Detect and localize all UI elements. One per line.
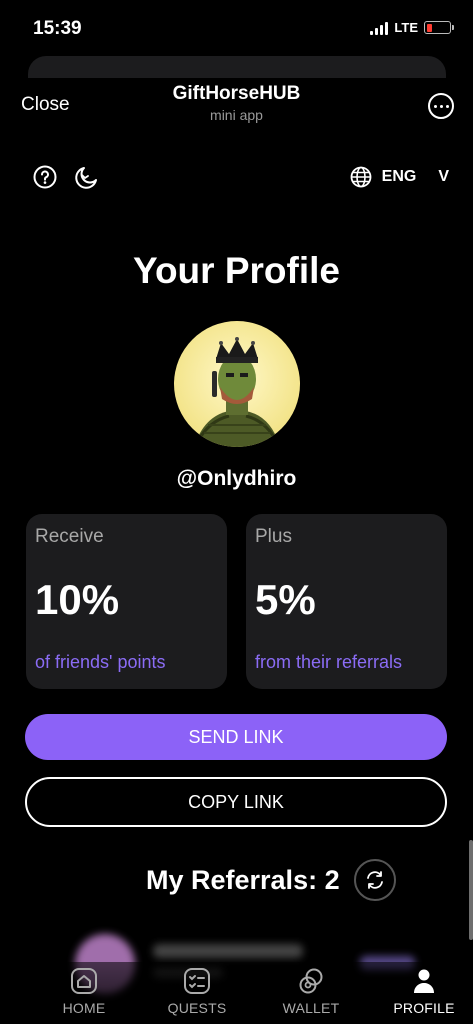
tab-label: QUESTS bbox=[167, 1000, 227, 1016]
username: @Onlydhiro bbox=[176, 467, 297, 490]
checklist-icon bbox=[184, 968, 210, 994]
avatar bbox=[174, 321, 300, 447]
sheet-top-edge bbox=[28, 56, 446, 78]
tool-row: ENG V bbox=[0, 163, 473, 193]
scrollbar[interactable] bbox=[469, 840, 473, 940]
referrals-title: My Referrals: 2 bbox=[146, 864, 340, 895]
battery-icon bbox=[424, 21, 454, 34]
status-bar: 15:39 LTE bbox=[0, 0, 473, 56]
page-title: Your Profile bbox=[133, 250, 340, 291]
avatar-illustration bbox=[194, 337, 280, 447]
question-circle-icon[interactable] bbox=[33, 165, 57, 189]
app-title: GiftHorseHUB bbox=[172, 83, 301, 104]
send-link-button[interactable]: SEND LINK bbox=[25, 714, 447, 760]
language-dropdown-indicator: V bbox=[438, 168, 449, 185]
tab-label: PROFILE bbox=[393, 1000, 455, 1016]
card-value: 10% bbox=[35, 576, 120, 623]
plus-card: Plus 5% from their referrals bbox=[246, 514, 447, 689]
globe-icon bbox=[350, 166, 372, 188]
tab-label: HOME bbox=[62, 1000, 106, 1016]
status-indicators: LTE bbox=[370, 20, 454, 35]
mini-app-header: Close GiftHorseHUB mini app bbox=[0, 80, 473, 130]
referrals-header: My Referrals: 2 bbox=[146, 859, 396, 901]
coins-icon bbox=[299, 968, 323, 994]
tab-label: WALLET bbox=[282, 1000, 340, 1016]
tab-home[interactable]: HOME bbox=[39, 966, 129, 1016]
signal-icon bbox=[370, 21, 389, 35]
card-label: Receive bbox=[35, 526, 104, 547]
bottom-tab-bar: HOME QUESTS WALLET PROFILE bbox=[0, 962, 473, 1024]
receive-card: Receive 10% of friends' points bbox=[26, 514, 227, 689]
network-label: LTE bbox=[394, 20, 418, 35]
status-time: 15:39 bbox=[33, 18, 82, 39]
tab-quests[interactable]: QUESTS bbox=[152, 966, 242, 1016]
copy-link-button[interactable]: COPY LINK bbox=[25, 777, 447, 827]
language-selector[interactable]: ENG V bbox=[350, 166, 449, 188]
app-subtitle: mini app bbox=[210, 107, 263, 123]
card-note: of friends' points bbox=[35, 652, 166, 672]
refresh-icon[interactable] bbox=[353, 859, 396, 901]
person-icon bbox=[414, 969, 434, 993]
language-code: ENG bbox=[381, 168, 417, 185]
more-options-icon[interactable] bbox=[428, 93, 454, 119]
card-note: from their referrals bbox=[255, 652, 403, 672]
tab-profile[interactable]: PROFILE bbox=[379, 966, 469, 1016]
card-label: Plus bbox=[255, 526, 292, 547]
tab-wallet[interactable]: WALLET bbox=[266, 966, 356, 1016]
home-icon bbox=[71, 968, 97, 994]
moon-icon[interactable] bbox=[73, 165, 99, 191]
card-value: 5% bbox=[255, 576, 316, 623]
title-block: GiftHorseHUB mini app bbox=[0, 83, 473, 123]
